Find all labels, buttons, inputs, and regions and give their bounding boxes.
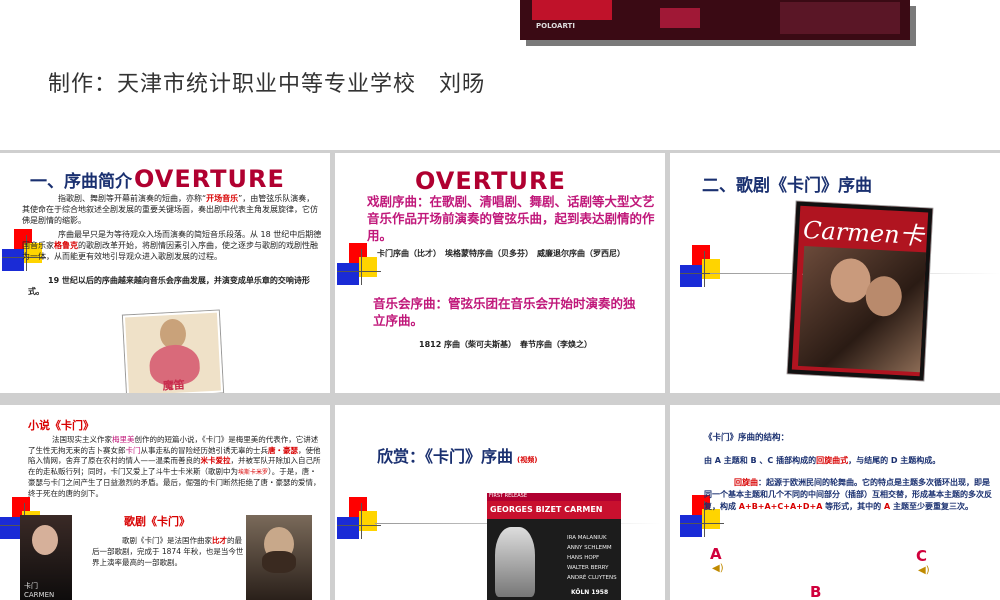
drama-examples: 卡门序曲（比才） 埃格蒙特序曲（贝多芬） 威廉退尔序曲（罗西尼） <box>377 249 625 258</box>
hero-red-panel <box>532 0 612 20</box>
novel-paragraph: 法国现实主义作家梅里美创作的的短篇小说，《卡门》是梅里美的代表作，它讲述了生性无… <box>28 435 321 498</box>
record-title: GEORGES BIZET CARMEN <box>487 501 621 519</box>
magic-flute-poster: 魔笛 <box>122 310 224 393</box>
slide-title: 一、序曲简介 <box>30 172 132 192</box>
carmen-record-cover[interactable]: FIRST RELEASE GEORGES BIZET CARMEN IRA M… <box>487 493 621 600</box>
record-bottom: KÖLN 1958 <box>571 589 609 596</box>
slide-overture-intro[interactable]: 一、序曲简介 OVERTURE 指歌剧、舞剧等开幕前演奏的短曲，亦称“开场音乐”… <box>0 153 330 393</box>
record-top-label: FIRST RELEASE <box>487 493 621 501</box>
credit-text: 制作：天津市统计职业中等专业学校 刘旸 <box>48 72 486 97</box>
hero-banner-image: POLOARTI <box>520 0 910 40</box>
opera-paragraph: 歌剧《卡门》是法国作曲家比才的最后一部歌剧，完成于 1874 年秋，也是当今世界… <box>92 536 244 567</box>
slide-carmen-video[interactable]: 欣赏：《卡门》序曲 (视频) FIRST RELEASE GEORGES BIZE… <box>335 405 665 600</box>
slide-overture-types[interactable]: OVERTURE 戏剧序曲：在歌剧、清唱剧、舞剧、话剧等大型文艺音乐作品开场前演… <box>335 153 665 393</box>
bizet-portrait <box>246 515 312 600</box>
overture-heading: OVERTURE <box>134 165 285 193</box>
theme-b-label: B <box>810 583 822 600</box>
theme-a-label: A <box>710 545 722 563</box>
corner-decoration-icon <box>337 243 381 287</box>
book-caption: 卡门 CARMEN <box>24 582 55 599</box>
structure-heading: 《卡门》序曲的结构： <box>704 433 790 443</box>
top-slide: POLOARTI 制作：天津市统计职业中等专业学校 刘旸 <box>0 0 1000 150</box>
structure-line: 由 A 主题和 B 、C 插部构成的回旋曲式，与结尾的 D 主题构成。 <box>704 456 941 465</box>
speaker-icon[interactable]: ◀) <box>712 563 724 574</box>
opera-title: 歌剧《卡门》 <box>124 515 190 528</box>
hero-stamp <box>780 2 900 34</box>
concert-examples: 1812 序曲（柴可夫斯基） 春节序曲（李焕之） <box>419 340 593 349</box>
hero-logo <box>660 8 700 28</box>
concert-overture-text: 音乐会序曲：管弦乐团在音乐会开始时演奏的独立序曲。 <box>373 296 636 328</box>
intro-paragraph-3: 19 世纪以后的序曲越来越向音乐会序曲发展，并演变成单乐章的交响诗形式。 <box>28 276 310 296</box>
carmen-book-cover: 卡门 CARMEN <box>20 515 72 600</box>
overture-heading: OVERTURE <box>415 167 566 195</box>
carmen-dvd-cover: Carmen卡门 <box>787 201 933 381</box>
record-credits: IRA MALANIUK ANNY SCHLEMM HANS HOPF WALT… <box>567 535 617 581</box>
slide-title: 欣赏：《卡门》序曲 (视频) <box>377 447 538 466</box>
speaker-icon[interactable]: ◀) <box>918 565 930 576</box>
drama-overture-text: 戏剧序曲：在歌剧、清唱剧、舞剧、话剧等大型文艺音乐作品开场前演奏的管弦乐曲，起到… <box>367 194 655 243</box>
slide-carmen-overture[interactable]: 二、歌剧《卡门》序曲 Carmen卡门 <box>670 153 1000 393</box>
rondo-definition: 回旋曲：起源于欧洲民间的轮舞曲。它的特点是主题多次循环出现，即是同一个基本主题和… <box>704 478 992 511</box>
slide-overture-structure[interactable]: 《卡门》序曲的结构： 由 A 主题和 B 、C 插部构成的回旋曲式，与结尾的 D… <box>670 405 1000 600</box>
intro-paragraph-2: 序曲最早只是为等待观众入场而演奏的简短音乐段落。从 18 世纪中后期德国音乐家格… <box>22 230 322 261</box>
slide-title: 二、歌剧《卡门》序曲 <box>702 176 872 196</box>
corner-decoration-icon <box>680 245 724 289</box>
intro-paragraph-1: 指歌剧、舞剧等开幕前演奏的短曲，亦称“开场音乐”，由管弦乐队演奏，其使命在于综合… <box>22 194 318 225</box>
poster-caption: 魔笛 <box>162 378 185 393</box>
slide-carmen-story[interactable]: 小说《卡门》 法国现实主义作家梅里美创作的的短篇小说，《卡门》是梅里美的代表作，… <box>0 405 330 600</box>
corner-decoration-icon <box>337 497 381 541</box>
novel-title: 小说《卡门》 <box>28 419 94 432</box>
theme-c-label: C <box>916 547 928 565</box>
hero-label: POLOARTI <box>536 22 575 30</box>
